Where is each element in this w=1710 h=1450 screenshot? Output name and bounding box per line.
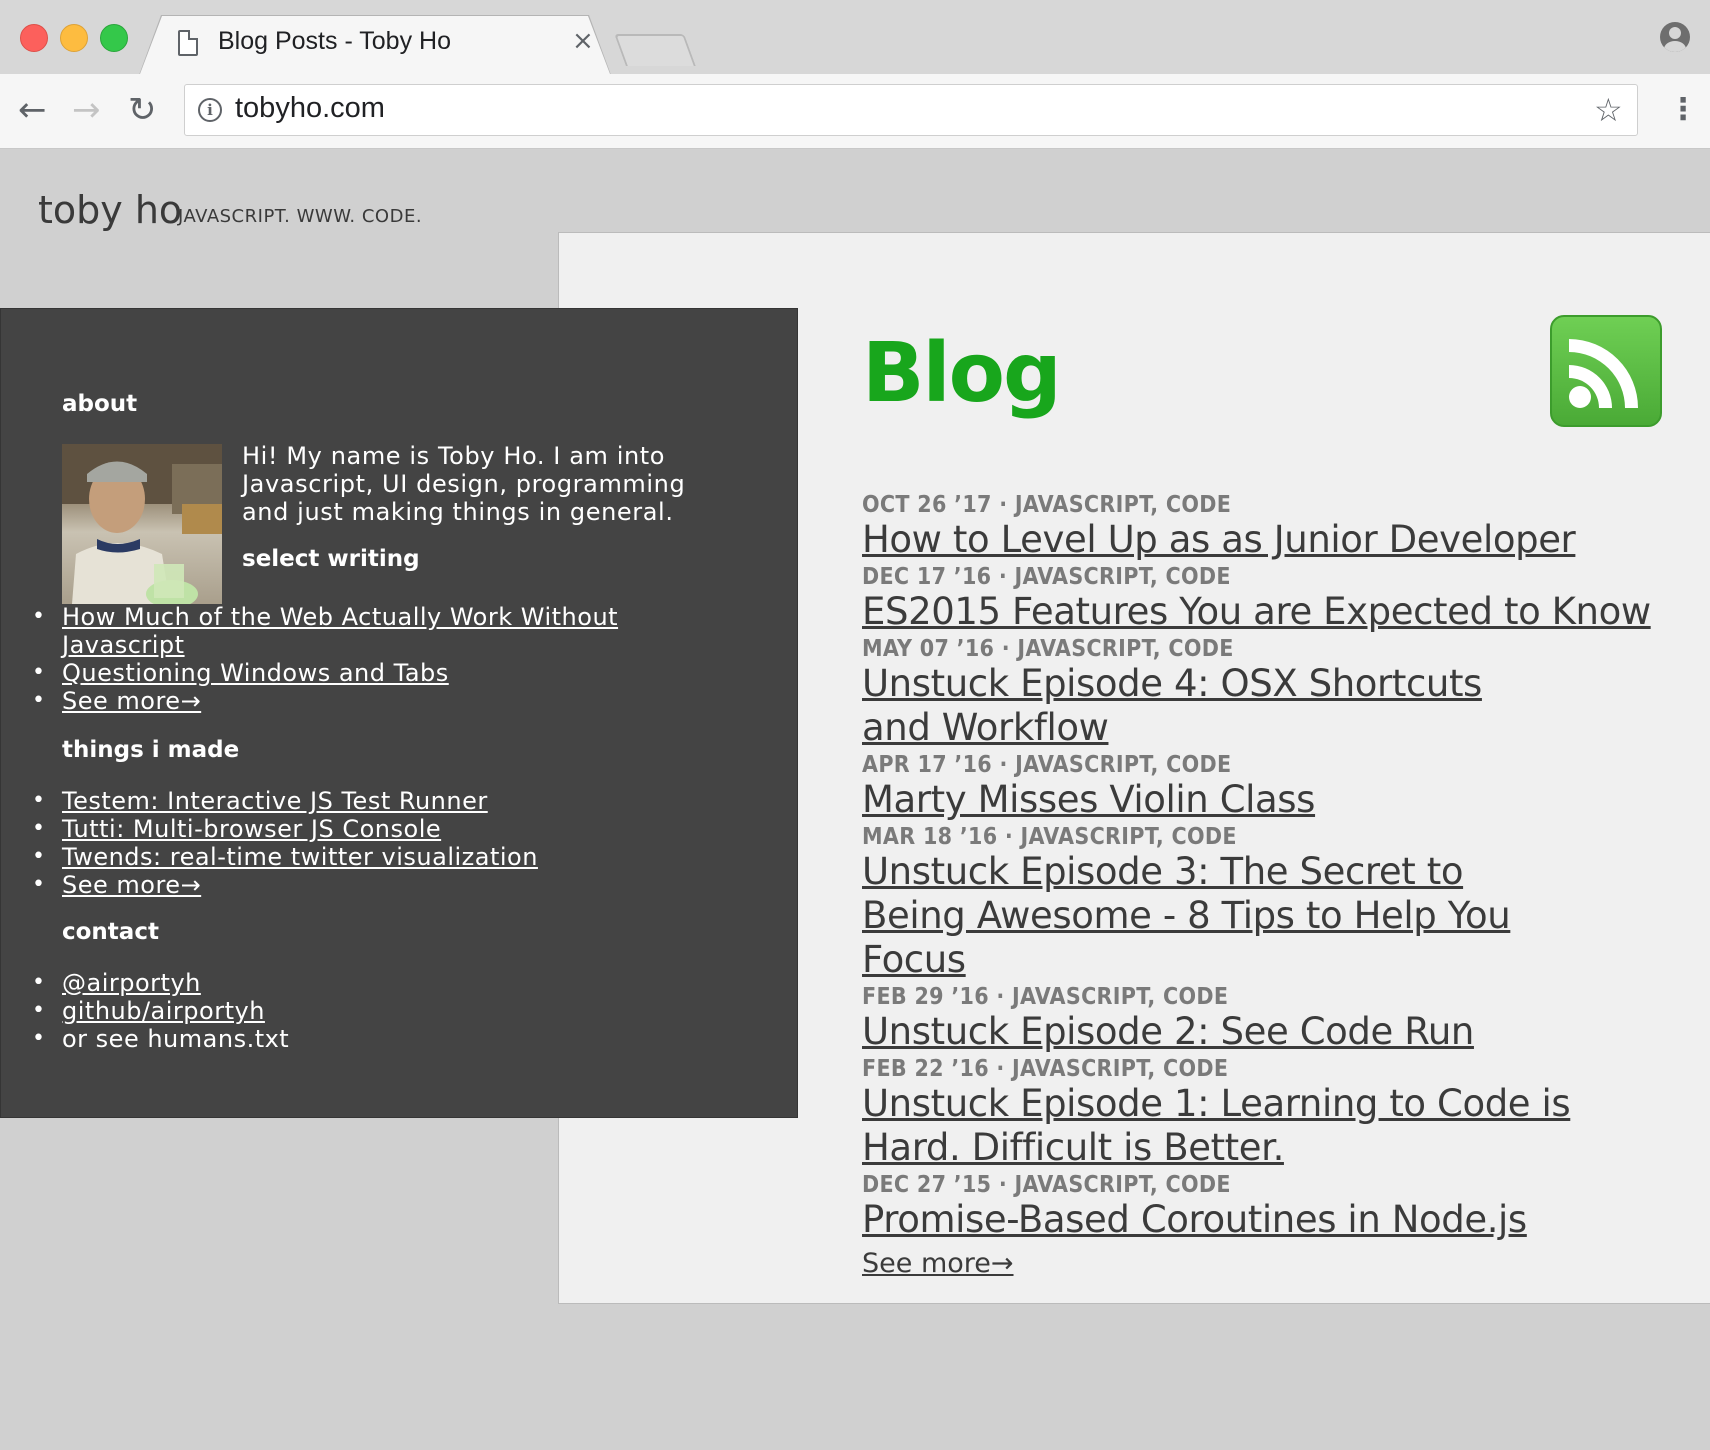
avatar-photo: [62, 444, 222, 604]
project-link[interactable]: Twends: real-time twitter visualization: [62, 843, 538, 871]
post-item: FEB 29 ’16 · JAVASCRIPT, CODE Unstuck Ep…: [862, 984, 1682, 1054]
site-tagline: JAVASCRIPT. WWW. CODE.: [178, 206, 423, 227]
post-meta: MAY 07 ’16 · JAVASCRIPT, CODE: [862, 636, 1234, 662]
bio-text: Hi! My name is Toby Ho. I am into Javasc…: [242, 442, 686, 526]
url-text[interactable]: tobyho.com: [235, 92, 385, 125]
about-heading: about: [62, 391, 138, 417]
list-item: Questioning Windows and Tabs: [1, 659, 761, 687]
close-window-button[interactable]: [20, 24, 48, 52]
browser-menu-icon[interactable]: ⋮: [1668, 92, 1698, 128]
contact-heading: contact: [62, 919, 159, 945]
twitter-link[interactable]: @airportyh: [62, 969, 201, 997]
site-title[interactable]: toby ho: [38, 188, 182, 232]
list-item: See more→: [1, 687, 761, 715]
site-info-icon[interactable]: i: [198, 98, 222, 122]
avatar: [62, 444, 222, 604]
writing-list: How Much of the Web Actually Work Withou…: [1, 603, 761, 715]
writing-link[interactable]: How Much of the Web Actually Work Withou…: [62, 603, 642, 659]
new-tab-button[interactable]: [614, 34, 696, 66]
post-meta: FEB 22 ’16 · JAVASCRIPT, CODE: [862, 1056, 1229, 1082]
post-item: DEC 17 ’16 · JAVASCRIPT, CODE ES2015 Fea…: [862, 564, 1682, 634]
see-more-writing-link[interactable]: See more→: [62, 687, 201, 715]
post-title-link[interactable]: Unstuck Episode 4: OSX Shortcuts and Wor…: [862, 662, 1542, 750]
post-title-link[interactable]: Unstuck Episode 2: See Code Run: [862, 1010, 1682, 1054]
page-icon: [178, 30, 198, 56]
list-item: See more→: [1, 871, 538, 899]
tab-close-icon[interactable]: ×: [572, 28, 594, 54]
select-writing-heading: select writing: [242, 546, 420, 572]
forward-arrow-icon[interactable]: →: [72, 90, 101, 130]
blog-post-list: OCT 26 ’17 · JAVASCRIPT, CODE How to Lev…: [862, 492, 1682, 1279]
see-more-projects-link[interactable]: See more→: [62, 871, 201, 899]
list-item: How Much of the Web Actually Work Withou…: [1, 603, 761, 659]
rss-glyph: [1569, 339, 1638, 408]
things-i-made-heading: things i made: [62, 737, 240, 763]
post-title-link[interactable]: Unstuck Episode 1: Learning to Code is H…: [862, 1082, 1652, 1170]
post-title-link[interactable]: ES2015 Features You are Expected to Know: [862, 590, 1682, 634]
reload-icon[interactable]: ↻: [128, 90, 157, 130]
list-item: or see humans.txt: [1, 1025, 289, 1053]
post-item: MAY 07 ’16 · JAVASCRIPT, CODE Unstuck Ep…: [862, 636, 1682, 750]
github-link[interactable]: github/airportyh: [62, 997, 265, 1025]
post-item: DEC 27 ’15 · JAVASCRIPT, CODE Promise-Ba…: [862, 1172, 1682, 1242]
writing-link[interactable]: Questioning Windows and Tabs: [62, 659, 449, 687]
post-item: FEB 22 ’16 · JAVASCRIPT, CODE Unstuck Ep…: [862, 1056, 1682, 1170]
post-title-link[interactable]: Marty Misses Violin Class: [862, 778, 1682, 822]
list-item: github/airportyh: [1, 997, 289, 1025]
post-title-link[interactable]: Unstuck Episode 3: The Secret to Being A…: [862, 850, 1562, 982]
address-bar[interactable]: [184, 84, 1638, 136]
post-meta: DEC 17 ’16 · JAVASCRIPT, CODE: [862, 564, 1231, 590]
post-meta: APR 17 ’16 · JAVASCRIPT, CODE: [862, 752, 1232, 778]
minimize-window-button[interactable]: [60, 24, 88, 52]
back-arrow-icon[interactable]: ←: [18, 90, 47, 130]
post-item: MAR 18 ’16 · JAVASCRIPT, CODE Unstuck Ep…: [862, 824, 1682, 982]
post-meta: FEB 29 ’16 · JAVASCRIPT, CODE: [862, 984, 1229, 1010]
tab-title[interactable]: Blog Posts - Toby Ho: [218, 27, 451, 56]
bookmark-star-icon[interactable]: ☆: [1594, 92, 1623, 128]
post-meta: DEC 27 ’15 · JAVASCRIPT, CODE: [862, 1172, 1231, 1198]
humans-txt-text: or see humans.txt: [62, 1025, 290, 1053]
project-link[interactable]: Testem: Interactive JS Test Runner: [62, 787, 488, 815]
rss-feed-icon[interactable]: [1550, 315, 1662, 427]
contact-list: @airportyh github/airportyh or see human…: [1, 969, 289, 1053]
project-link[interactable]: Tutti: Multi-browser JS Console: [62, 815, 441, 843]
list-item: @airportyh: [1, 969, 289, 997]
list-item: Tutti: Multi-browser JS Console: [1, 815, 538, 843]
list-item: Twends: real-time twitter visualization: [1, 843, 538, 871]
projects-list: Testem: Interactive JS Test Runner Tutti…: [1, 787, 538, 899]
sidebar: about Hi! My name is Toby Ho. I am into …: [0, 308, 798, 1118]
blog-heading: Blog: [862, 326, 1062, 421]
profile-icon[interactable]: [1660, 22, 1690, 52]
post-meta: MAR 18 ’16 · JAVASCRIPT, CODE: [862, 824, 1237, 850]
zoom-window-button[interactable]: [100, 24, 128, 52]
see-more-posts-link[interactable]: See more→: [862, 1248, 1014, 1279]
post-item: APR 17 ’16 · JAVASCRIPT, CODE Marty Miss…: [862, 752, 1682, 822]
post-item: OCT 26 ’17 · JAVASCRIPT, CODE How to Lev…: [862, 492, 1682, 562]
post-title-link[interactable]: Promise-Based Coroutines in Node.js: [862, 1198, 1682, 1242]
post-meta: OCT 26 ’17 · JAVASCRIPT, CODE: [862, 492, 1232, 518]
post-title-link[interactable]: How to Level Up as as Junior Developer: [862, 518, 1682, 562]
list-item: Testem: Interactive JS Test Runner: [1, 787, 538, 815]
